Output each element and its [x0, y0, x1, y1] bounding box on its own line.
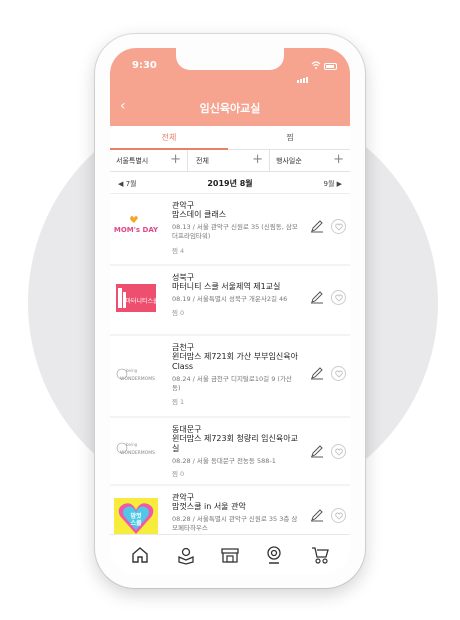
favorite-count: 찜 0: [172, 470, 185, 478]
filter-category[interactable]: 전체 +: [190, 150, 270, 172]
filter-sort-label: 행사일순: [276, 157, 302, 165]
tab-all[interactable]: 전체: [110, 132, 228, 143]
tab-bar: 전체 찜: [110, 126, 350, 150]
svg-text:스쿨: 스쿨: [130, 519, 142, 527]
heart-icon[interactable]: [331, 444, 346, 459]
book-icon[interactable]: [176, 545, 196, 565]
class-name: 윈더맘스 제721회 가산 부부임신육아 Class: [172, 352, 298, 371]
store-icon[interactable]: [220, 545, 240, 565]
camera-notch: [176, 48, 284, 70]
heart-icon[interactable]: [331, 219, 346, 234]
mamkkeot-school-logo: 맘껏 스쿨: [114, 498, 158, 538]
filter-region-label: 서울특별시: [116, 157, 149, 165]
heart-icon[interactable]: [331, 366, 346, 381]
plus-icon: +: [170, 152, 181, 167]
filter-sort[interactable]: 행사일순 +: [270, 150, 350, 172]
webcam-icon[interactable]: [264, 545, 284, 565]
svg-text:WONDERMOMS: WONDERMOMS: [120, 376, 155, 382]
filter-bar: 서울특별시 + 전체 + 행사일순 +: [110, 150, 350, 172]
class-name: 맘스데이 클래스: [172, 210, 227, 219]
favorite-count: 찜 4: [172, 247, 185, 255]
wondermoms-logo: being WONDERMOMS: [114, 430, 158, 470]
signal-icon: [297, 64, 309, 83]
current-month: 2019년 8월: [207, 179, 253, 188]
class-list: MOM's DAY 관악구 맘스데이 클래스 08.13 / 서울 관악구 신원…: [110, 194, 350, 552]
class-info: 08.28 / 서울 동대문구 전농동 588-1: [172, 457, 276, 465]
status-time: 9:30: [132, 60, 157, 71]
plus-icon: +: [252, 152, 263, 167]
svg-text:맘껏: 맘껏: [130, 512, 142, 520]
page-title: 임신육아교실: [199, 102, 261, 115]
list-item[interactable]: being WONDERMOMS 동대문구 윈더맘스 제723회 청량리 임신육…: [110, 418, 350, 484]
month-navigation: ◀ 7월 2019년 8월 9월 ▶: [110, 172, 350, 194]
svg-text:MOM's DAY: MOM's DAY: [114, 226, 158, 234]
class-name: 맘껏스쿨 in 서울 관악: [172, 502, 246, 511]
app-header: ‹ 임신육아교실: [110, 88, 350, 126]
class-name: 마터니티 스쿨 서울제역 제1교실: [172, 282, 281, 291]
moms-day-logo: MOM's DAY: [114, 208, 158, 248]
list-item[interactable]: MOM's DAY 관악구 맘스데이 클래스 08.13 / 서울 관악구 신원…: [110, 194, 350, 264]
class-info: 08.13 / 서울 관악구 신원로 35 (신림동, 삼모더프라임타워): [172, 223, 298, 240]
home-icon[interactable]: [130, 545, 150, 565]
pencil-icon[interactable]: [310, 290, 324, 304]
filter-category-label: 전체: [196, 157, 209, 165]
pencil-icon[interactable]: [310, 366, 324, 380]
next-month-button[interactable]: 9월 ▶: [323, 179, 342, 189]
class-info: 08.28 / 서울특별시 관악구 신원로 35 3층 삼모페타하우스: [172, 515, 298, 532]
battery-icon: [324, 63, 337, 70]
wifi-icon: [311, 61, 321, 69]
wondermoms-logo: being WONDERMOMS: [114, 356, 158, 396]
svg-text:being: being: [126, 368, 138, 373]
tab-favorites[interactable]: 찜: [230, 132, 350, 143]
heart-icon[interactable]: [331, 508, 346, 523]
svg-text:being: being: [126, 442, 138, 447]
pencil-icon[interactable]: [310, 444, 324, 458]
stroller-icon[interactable]: [310, 545, 330, 565]
favorite-count: 찜 1: [172, 398, 185, 406]
list-item[interactable]: being WONDERMOMS 금천구 윈더맘스 제721회 가산 부부임신육…: [110, 336, 350, 416]
pencil-icon[interactable]: [310, 508, 324, 522]
class-name: 윈더맘스 제723회 청량리 임신육아교실: [172, 434, 298, 453]
app-screen: 9:30 ‹ 임신육아교실 전체 찜 서울특별시 + 전체 + 행사일순 + ◀…: [110, 48, 350, 574]
svg-text:마터니티스쿨: 마터니티스쿨: [125, 297, 158, 305]
favorite-count: 찜 0: [172, 309, 185, 317]
bottom-nav: [110, 534, 350, 574]
class-info: 08.24 / 서울 금천구 디지털로10길 9 (가산동): [172, 375, 292, 392]
svg-text:WONDERMOMS: WONDERMOMS: [120, 450, 155, 456]
maternity-school-logo: 마터니티스쿨: [114, 280, 158, 320]
filter-region[interactable]: 서울특별시 +: [110, 150, 188, 172]
class-info: 08.19 / 서울특별시 성북구 개운사2길 46: [172, 295, 288, 303]
pencil-icon[interactable]: [310, 219, 324, 233]
heart-icon[interactable]: [331, 290, 346, 305]
plus-icon: +: [333, 152, 344, 167]
list-item[interactable]: 마터니티스쿨 성북구 마터니티 스쿨 서울제역 제1교실 08.19 / 서울특…: [110, 266, 350, 334]
